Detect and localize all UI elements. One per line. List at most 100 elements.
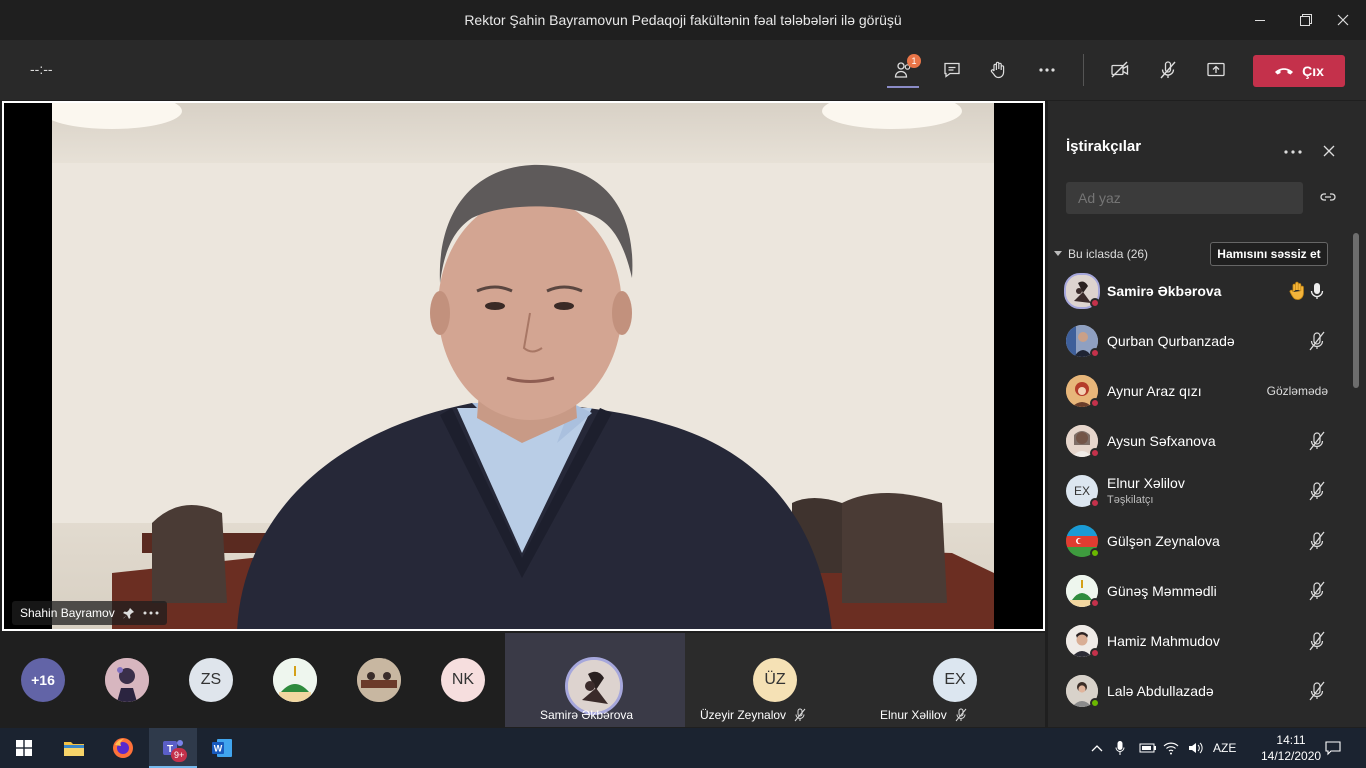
teams-badge: 9+	[171, 748, 188, 762]
mic-off-icon[interactable]	[1308, 631, 1326, 651]
notification-icon	[1325, 741, 1341, 756]
participant-row[interactable]: Gülşən Zeynalova	[1048, 516, 1348, 566]
start-button[interactable]	[0, 728, 48, 768]
participant-name: Qurban Qurbanzadə	[1107, 333, 1235, 349]
toolbar-divider	[1083, 54, 1084, 86]
strip-tile-active-speaker[interactable]: Samirə Əkbərova	[505, 633, 685, 727]
mute-all-button[interactable]: Hamısını səssiz et	[1210, 242, 1328, 266]
input-language[interactable]: AZE	[1213, 728, 1236, 768]
more-options-icon[interactable]	[143, 611, 159, 615]
mic-off-icon[interactable]	[1308, 531, 1326, 551]
tile-avatar-photo	[565, 657, 623, 715]
participants-scrollbar[interactable]	[1353, 233, 1359, 388]
minimize-button[interactable]	[1237, 0, 1283, 40]
tray-volume[interactable]	[1188, 728, 1204, 768]
participants-panel: İştirakçılar Bu iclasda (26) Hamısını sə…	[1048, 101, 1366, 727]
strip-avatar-photo[interactable]	[357, 658, 401, 702]
mic-off-icon	[955, 708, 967, 722]
participant-row[interactable]: Hamiz Mahmudov	[1048, 616, 1348, 666]
participant-name: Hamiz Mahmudov	[1107, 633, 1220, 649]
microphone-icon	[1115, 741, 1125, 755]
taskbar-clock[interactable]: 14:11 14/12/2020	[1261, 732, 1321, 764]
more-horizontal-icon	[1284, 150, 1302, 154]
mic-off-icon[interactable]	[1308, 481, 1326, 501]
taskbar-file-explorer[interactable]	[50, 728, 98, 768]
wifi-icon	[1163, 742, 1179, 755]
status-available-dot	[1090, 698, 1100, 708]
share-invite-button[interactable]	[1320, 190, 1338, 206]
chat-icon	[944, 62, 960, 78]
participant-row[interactable]: EX Elnur Xəlilov Təşkilatçı	[1048, 466, 1348, 516]
participant-name: Lalə Abdullazadə	[1107, 683, 1214, 699]
status-busy-dot	[1090, 448, 1100, 458]
taskbar-firefox[interactable]	[99, 728, 147, 768]
mic-on-icon[interactable]	[1308, 281, 1326, 301]
show-participants-button[interactable]: 1	[885, 52, 921, 88]
participant-row[interactable]: Lalə Abdullazadə	[1048, 666, 1348, 716]
participant-row[interactable]: Aysun Səfxanova	[1048, 416, 1348, 466]
main-video-stage[interactable]: Shahin Bayramov	[2, 101, 1045, 631]
leave-call-button[interactable]: Çıx	[1253, 55, 1345, 87]
close-icon	[1337, 14, 1349, 26]
taskbar-word[interactable]: W	[198, 728, 246, 768]
in-meeting-section-header[interactable]: Bu iclasda (26)	[1054, 247, 1148, 261]
tray-network[interactable]	[1163, 728, 1179, 768]
strip-tile[interactable]: ÜZ Üzeyir Zeynalov	[685, 633, 865, 727]
close-panel-button[interactable]	[1323, 144, 1337, 158]
minimize-icon	[1255, 20, 1265, 21]
windows-logo-icon	[16, 740, 32, 756]
participant-strip: +16 ZS NK Samirə Əkbərova ÜZ Üzeyir Zeyn…	[0, 633, 1047, 727]
strip-avatar-photo[interactable]	[105, 658, 149, 702]
window-title-bar: Rektor Şahin Bayramovun Pedaqoji fakültə…	[0, 0, 1366, 40]
restore-icon	[1300, 14, 1312, 26]
action-center-button[interactable]	[1325, 728, 1341, 768]
speaker-video-frame	[52, 103, 994, 629]
tray-microphone[interactable]	[1115, 728, 1125, 768]
window-title: Rektor Şahin Bayramovun Pedaqoji fakültə…	[464, 12, 902, 28]
clock-date: 14/12/2020	[1261, 749, 1322, 763]
strip-avatar-photo[interactable]	[273, 658, 317, 702]
mic-off-icon[interactable]	[1308, 581, 1326, 601]
speaker-name: Shahin Bayramov	[20, 606, 115, 620]
strip-tile[interactable]: EX Elnur Xəlilov	[865, 633, 1045, 727]
overflow-participants-button[interactable]: +16	[21, 658, 65, 702]
participant-list: Samirə Əkbərova Qurban Qurbanzadə Aynur …	[1048, 266, 1348, 716]
mic-off-icon[interactable]	[1308, 431, 1326, 451]
hand-icon	[990, 61, 1005, 79]
clock-time: 14:11	[1276, 733, 1306, 747]
strip-avatar-initials[interactable]: ZS	[189, 658, 233, 702]
chevron-down-icon	[1054, 251, 1062, 256]
participant-row[interactable]: Aynur Araz qızı Gözləmədə	[1048, 366, 1348, 416]
tray-battery[interactable]	[1139, 728, 1157, 768]
avatar-photo-icon	[357, 658, 401, 702]
participant-row[interactable]: Qurban Qurbanzadə	[1048, 316, 1348, 366]
mic-off-icon[interactable]	[1308, 331, 1326, 351]
strip-avatar-initials[interactable]: NK	[441, 658, 485, 702]
mic-off-icon[interactable]	[1308, 681, 1326, 701]
status-busy-dot	[1090, 398, 1100, 408]
mic-off-icon	[794, 708, 806, 722]
show-hidden-icons[interactable]	[1091, 728, 1103, 768]
participants-active-indicator	[887, 86, 919, 88]
windows-taskbar: T 9+ W AZE 14:11 14/12/2020	[0, 728, 1366, 768]
pin-icon[interactable]	[122, 607, 135, 619]
participant-role: Təşkilatçı	[1107, 494, 1154, 506]
firefox-icon	[113, 738, 133, 758]
share-screen-button[interactable]	[1198, 52, 1234, 88]
participant-row[interactable]: Günəş Məmmədli	[1048, 566, 1348, 616]
toggle-mic-button[interactable]	[1150, 52, 1186, 88]
raise-hand-button[interactable]	[980, 52, 1016, 88]
more-actions-button[interactable]	[1029, 52, 1065, 88]
toggle-camera-button[interactable]	[1102, 52, 1138, 88]
participant-row[interactable]: Samirə Əkbərova	[1048, 266, 1348, 316]
close-window-button[interactable]	[1320, 0, 1366, 40]
leave-label: Çıx	[1302, 63, 1324, 79]
participant-name: Samirə Əkbərova	[1107, 283, 1222, 299]
search-participants-input[interactable]	[1066, 182, 1303, 214]
show-conversation-button[interactable]	[934, 52, 970, 88]
panel-more-button[interactable]	[1284, 141, 1310, 161]
participants-badge: 1	[907, 54, 921, 68]
svg-text:W: W	[214, 744, 223, 754]
meeting-toolbar: --:-- 1	[0, 40, 1366, 100]
taskbar-teams[interactable]: T 9+	[149, 728, 197, 768]
